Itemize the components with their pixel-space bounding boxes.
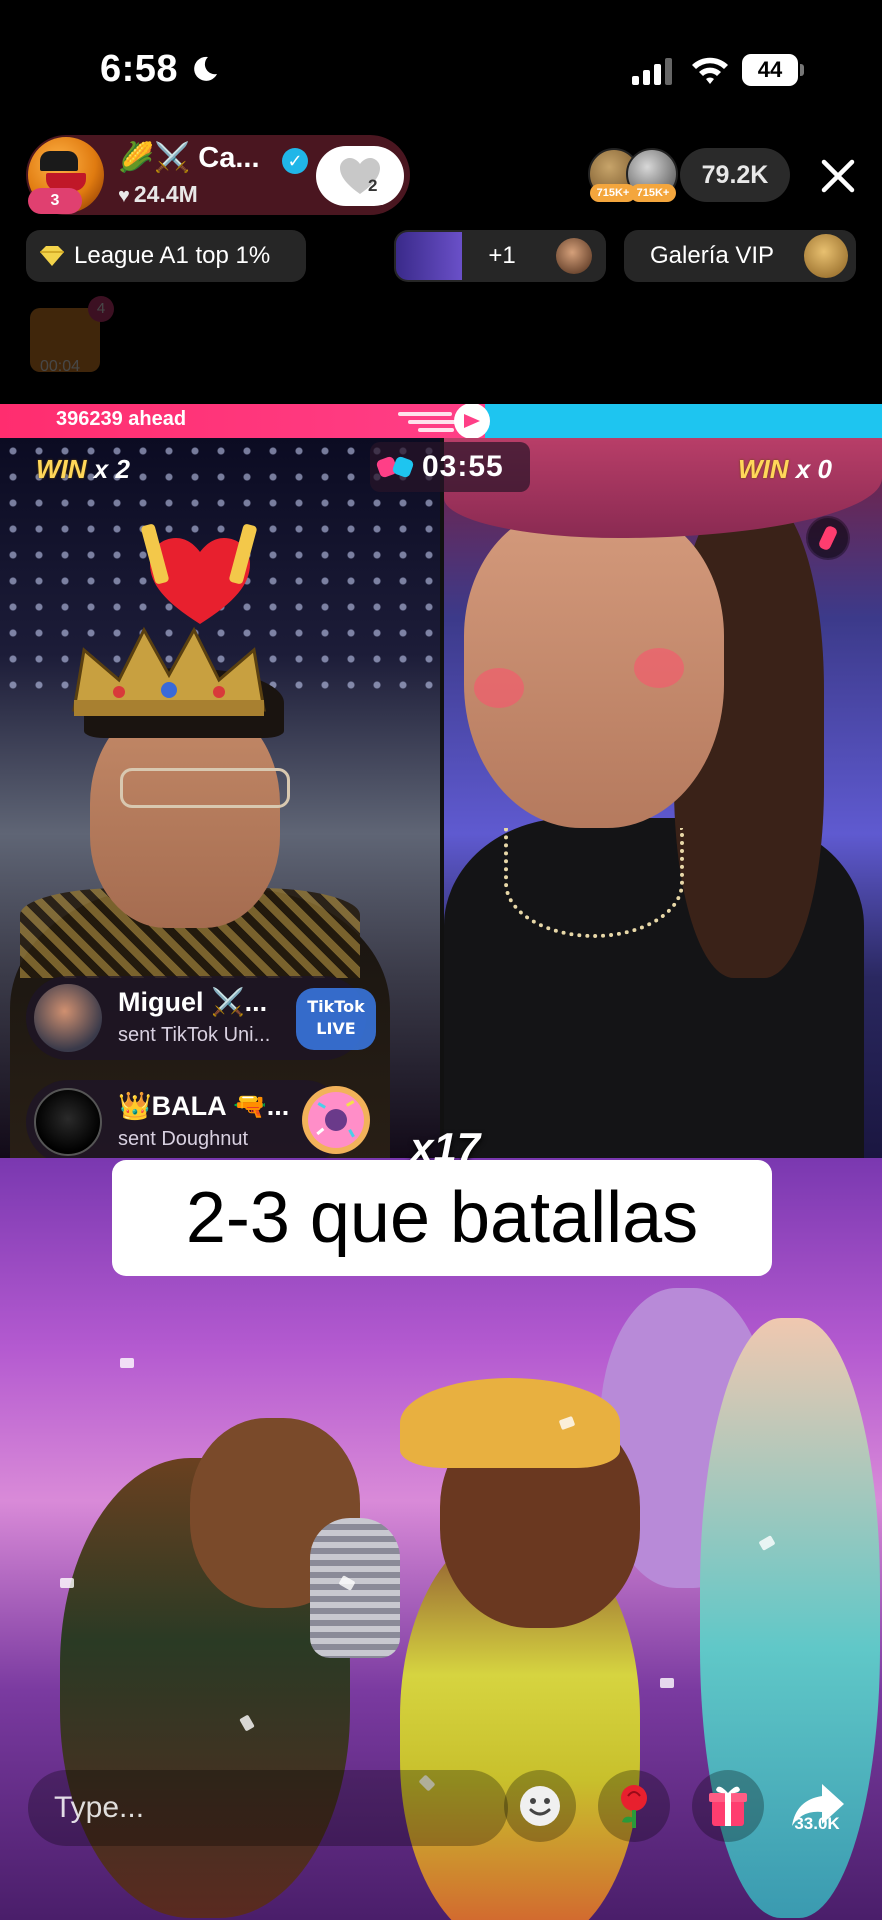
vip-avatar bbox=[804, 234, 848, 278]
host-likes-count: 24.4M bbox=[133, 181, 198, 207]
follow-button[interactable]: 2 bbox=[316, 146, 404, 206]
left-win-count: WIN x 2 bbox=[36, 454, 130, 484]
rank-avatar bbox=[556, 238, 592, 274]
score-ahead: 396239 ahead bbox=[56, 408, 187, 430]
emoji-icon bbox=[520, 1786, 560, 1826]
close-icon[interactable] bbox=[816, 154, 860, 198]
viewer-count[interactable]: 79.2K bbox=[680, 148, 790, 202]
video-caption: 2-3 que batallas bbox=[112, 1160, 772, 1276]
verified-icon: ✓ bbox=[282, 148, 308, 174]
vip-gallery-chip[interactable]: Galería VIP bbox=[624, 230, 856, 282]
host-level-badge: 3 bbox=[28, 188, 82, 214]
battle-timer-text: 03:55 bbox=[422, 450, 504, 483]
gift-notification[interactable]: 👑BALA 🔫... sent Doughnut bbox=[26, 1080, 370, 1164]
diamond-icon bbox=[40, 246, 64, 266]
gifter-avatar[interactable] bbox=[34, 984, 102, 1052]
potion-icon[interactable] bbox=[806, 516, 850, 560]
tiktok-live-icon: TikTok LIVE bbox=[296, 988, 376, 1050]
top-viewers[interactable]: 715K+ 715K+ bbox=[588, 148, 678, 202]
gift-action: sent TikTok Uni... bbox=[118, 1024, 271, 1046]
battery-level: 44 bbox=[742, 54, 798, 86]
treasure-box[interactable]: 4 00:04 bbox=[26, 296, 114, 382]
crown-icon bbox=[72, 626, 266, 716]
svg-text:TikTok: TikTok bbox=[307, 997, 365, 1016]
follow-count: 2 bbox=[368, 176, 378, 195]
emoji-button[interactable] bbox=[504, 1770, 576, 1842]
rose-icon bbox=[621, 1785, 647, 1828]
rose-button[interactable] bbox=[598, 1770, 670, 1842]
status-time: 6:58 bbox=[100, 48, 179, 90]
moon-icon bbox=[194, 56, 217, 81]
battle-area: 396239 ahead WIN x 2 WIN x 0 03:55 Migue… bbox=[0, 404, 882, 1920]
viewer-tag: 715K+ bbox=[630, 184, 676, 202]
comment-input[interactable] bbox=[28, 1770, 508, 1846]
score-marker-icon bbox=[398, 404, 490, 439]
gift-button[interactable] bbox=[692, 1770, 764, 1842]
heart-icon: ♥ bbox=[118, 185, 130, 207]
vip-label: Galería VIP bbox=[650, 242, 775, 269]
gift-notification[interactable]: Miguel ⚔️... sent TikTok Uni... TikTok L… bbox=[26, 976, 376, 1060]
right-win-count: WIN x 0 bbox=[738, 454, 832, 484]
donut-icon bbox=[302, 1086, 370, 1154]
host-name[interactable]: 🌽⚔️ Ca... bbox=[118, 141, 260, 175]
league-chip[interactable]: League A1 top 1% bbox=[26, 230, 306, 282]
status-bar: 6:58 44 bbox=[0, 0, 882, 130]
share-count: 33.0K bbox=[794, 1814, 840, 1833]
rank-change: +1 bbox=[488, 242, 516, 269]
gift-action: sent Doughnut bbox=[118, 1128, 249, 1150]
signal-icon bbox=[632, 58, 672, 85]
heart-gift-icon bbox=[141, 524, 257, 624]
gifter-avatar[interactable] bbox=[34, 1088, 102, 1156]
battle-score-bar: 396239 ahead bbox=[0, 404, 882, 439]
svg-text:LIVE: LIVE bbox=[316, 1019, 355, 1038]
rank-chip[interactable]: +1 bbox=[394, 230, 606, 282]
boxing-glove-icon bbox=[376, 456, 414, 478]
treasure-badge: 4 bbox=[88, 296, 114, 322]
gifter-name: 👑BALA 🔫... bbox=[118, 1091, 290, 1121]
microphone-icon bbox=[310, 1518, 400, 1658]
battle-timer: 03:55 bbox=[370, 442, 530, 492]
gift-icon bbox=[709, 1786, 747, 1826]
battery-icon: 44 bbox=[742, 54, 804, 86]
rank-progress bbox=[396, 232, 462, 280]
host-likes: ♥ 24.4M bbox=[118, 181, 198, 208]
treasure-timer: 00:04 bbox=[40, 358, 81, 375]
league-label: League A1 top 1% bbox=[74, 242, 271, 269]
gifter-name: Miguel ⚔️... bbox=[118, 987, 268, 1017]
wifi-icon bbox=[692, 57, 728, 84]
